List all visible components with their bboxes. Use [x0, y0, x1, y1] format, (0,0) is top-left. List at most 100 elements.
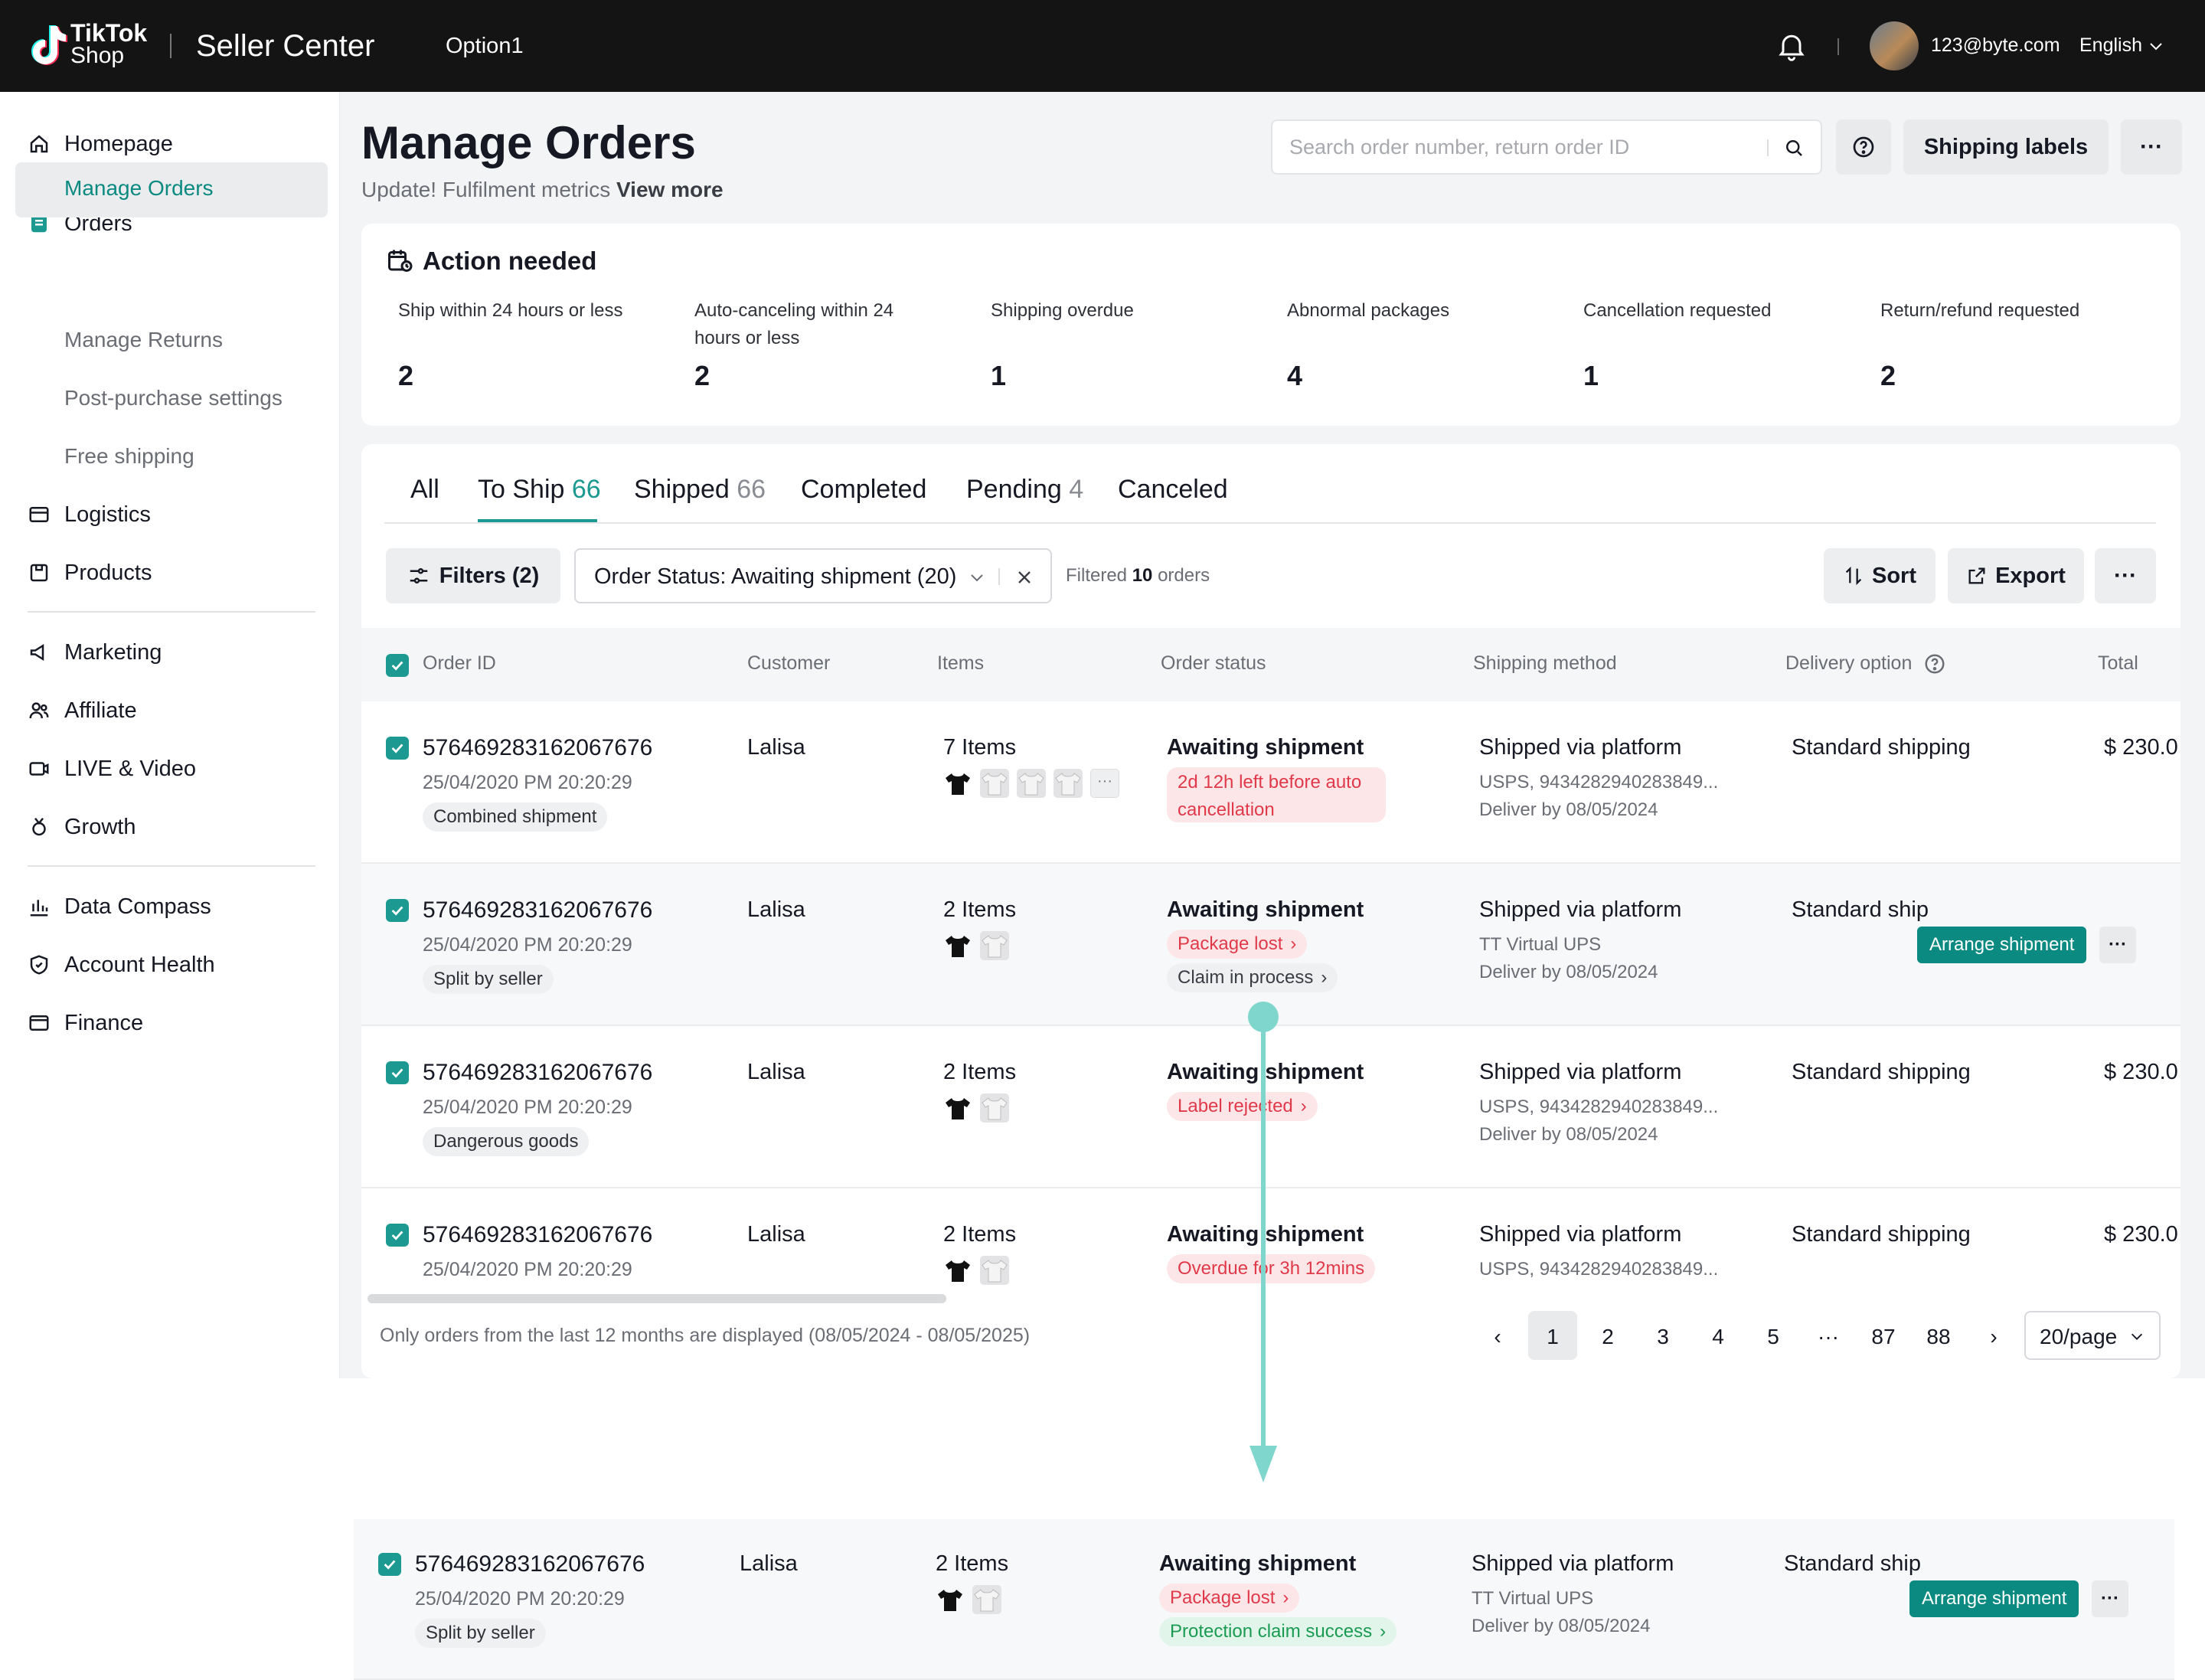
item-count[interactable]: 2 Items: [936, 1551, 1008, 1577]
action-item-abnormal-packages[interactable]: Abnormal packages: [1287, 297, 1547, 325]
action-item-ship-24h[interactable]: Ship within 24 hours or less: [398, 297, 658, 325]
chevron-down-icon[interactable]: [968, 568, 986, 587]
action-item-shipping-overdue[interactable]: Shipping overdue: [991, 297, 1251, 325]
view-more-link[interactable]: View more: [616, 178, 724, 201]
toolbar-more-button[interactable]: ···: [2095, 548, 2156, 603]
prev-page-button[interactable]: ‹: [1475, 1325, 1521, 1349]
account-email[interactable]: 123@byte.com: [1931, 34, 2060, 57]
avatar[interactable]: [1870, 21, 1919, 70]
chevron-down-icon[interactable]: [2147, 37, 2165, 55]
carrier-tracking[interactable]: USPS, 9434282940283849...: [1479, 772, 1718, 793]
sidebar-item-account-health[interactable]: Account Health: [28, 946, 215, 984]
item-count[interactable]: 2 Items: [943, 1222, 1016, 1247]
tab-shipped[interactable]: Shipped 66: [634, 475, 766, 505]
sidebar-item-growth[interactable]: Growth: [28, 808, 136, 846]
sidebar-item-manage-orders[interactable]: Manage Orders: [64, 176, 214, 201]
shipping-labels-button[interactable]: Shipping labels: [1903, 119, 2109, 175]
action-item-value[interactable]: 1: [1583, 360, 1599, 392]
carrier-tracking[interactable]: USPS, 9434282940283849...: [1479, 1259, 1718, 1280]
sort-button[interactable]: Sort: [1824, 548, 1936, 603]
row-checkbox[interactable]: [386, 1061, 409, 1084]
label-rejected-pill[interactable]: Label rejected ›: [1167, 1092, 1318, 1121]
tshirt-white-thumbnail[interactable]: [980, 931, 1009, 960]
row-checkbox[interactable]: [378, 1553, 401, 1576]
sidebar-item-live-video[interactable]: LIVE & Video: [28, 750, 196, 788]
logo-text[interactable]: TikTok Shop: [70, 21, 147, 67]
tshirt-black-thumbnail[interactable]: [943, 769, 972, 798]
tab-all[interactable]: All: [410, 475, 439, 505]
search-icon[interactable]: [1782, 136, 1805, 159]
action-item-return-refund[interactable]: Return/refund requested: [1880, 297, 2141, 325]
tshirt-white-thumbnail[interactable]: [980, 1093, 1009, 1123]
row-more-button[interactable]: ···: [2092, 1580, 2128, 1617]
tshirt-white-thumbnail[interactable]: [980, 769, 1009, 798]
close-icon[interactable]: [1014, 567, 1035, 588]
order-id[interactable]: 576469283162067676: [423, 897, 652, 923]
page-1[interactable]: 1: [1530, 1325, 1576, 1349]
tshirt-white-thumbnail[interactable]: [1017, 769, 1046, 798]
more-items-button[interactable]: ···: [1090, 769, 1119, 798]
carrier-tracking[interactable]: USPS, 9434282940283849...: [1479, 1097, 1718, 1118]
page-4[interactable]: 4: [1695, 1325, 1741, 1349]
question-icon[interactable]: [1923, 652, 1946, 675]
sidebar-item-finance[interactable]: Finance: [28, 1004, 143, 1042]
next-page-button[interactable]: ›: [1971, 1325, 2017, 1349]
select-all-checkbox[interactable]: [386, 654, 409, 677]
tshirt-white-thumbnail[interactable]: [1054, 769, 1083, 798]
page-ellipsis[interactable]: ···: [1805, 1325, 1851, 1349]
order-status-filter[interactable]: Order Status: Awaiting shipment (20): [574, 548, 1052, 603]
action-item-value[interactable]: 4: [1287, 360, 1302, 392]
order-id[interactable]: 576469283162067676: [423, 735, 652, 761]
tab-canceled[interactable]: Canceled: [1118, 475, 1228, 505]
tshirt-black-thumbnail[interactable]: [943, 931, 972, 960]
row-checkbox[interactable]: [386, 737, 409, 760]
sidebar-item-free-shipping[interactable]: Free shipping: [64, 444, 194, 469]
sidebar-item-data-compass[interactable]: Data Compass: [28, 887, 211, 926]
language-selector[interactable]: English: [2079, 34, 2142, 57]
action-item-value[interactable]: 2: [1880, 360, 1896, 392]
horizontal-scrollbar[interactable]: [368, 1294, 946, 1303]
claim-status-pill[interactable]: Claim in process ›: [1167, 963, 1338, 992]
package-lost-pill[interactable]: Package lost ›: [1159, 1584, 1300, 1613]
tab-pending[interactable]: Pending 4: [966, 475, 1083, 505]
tab-to-ship[interactable]: To Ship 66: [478, 475, 601, 505]
page-88[interactable]: 88: [1916, 1325, 1962, 1349]
bell-icon[interactable]: [1775, 29, 1808, 63]
package-lost-pill[interactable]: Package lost ›: [1167, 930, 1308, 959]
row-more-button[interactable]: ···: [2099, 927, 2136, 963]
action-item-value[interactable]: 2: [694, 360, 710, 392]
carrier-tracking[interactable]: TT Virtual UPS: [1472, 1588, 1593, 1610]
item-count[interactable]: 2 Items: [943, 1060, 1016, 1085]
action-item-cancellation[interactable]: Cancellation requested: [1583, 297, 1844, 325]
action-item-value[interactable]: 2: [398, 360, 413, 392]
tiktok-logo-icon[interactable]: [24, 21, 74, 70]
tshirt-white-thumbnail[interactable]: [980, 1256, 1009, 1285]
page-size-select[interactable]: 20/page: [2024, 1311, 2161, 1360]
item-count[interactable]: 2 Items: [943, 897, 1016, 923]
page-3[interactable]: 3: [1640, 1325, 1686, 1349]
tshirt-black-thumbnail[interactable]: [943, 1256, 972, 1285]
filters-button[interactable]: Filters (2): [386, 548, 560, 603]
option-menu[interactable]: Option1: [446, 34, 524, 59]
order-id[interactable]: 576469283162067676: [415, 1551, 645, 1577]
action-item-value[interactable]: 1: [991, 360, 1006, 392]
arrange-shipment-button[interactable]: Arrange shipment: [1917, 927, 2087, 963]
page-87[interactable]: 87: [1860, 1325, 1906, 1349]
tshirt-black-thumbnail[interactable]: [943, 1093, 972, 1123]
sidebar-item-products[interactable]: Products: [28, 554, 152, 592]
arrange-shipment-button[interactable]: Arrange shipment: [1909, 1580, 2079, 1617]
item-count[interactable]: 7 Items: [943, 735, 1016, 760]
order-id[interactable]: 576469283162067676: [423, 1222, 652, 1248]
tshirt-black-thumbnail[interactable]: [936, 1585, 965, 1614]
sidebar-item-logistics[interactable]: Logistics: [28, 495, 151, 534]
page-2[interactable]: 2: [1585, 1325, 1631, 1349]
more-options-button[interactable]: ···: [2121, 119, 2182, 175]
sidebar-item-marketing[interactable]: Marketing: [28, 633, 162, 672]
sidebar-item-homepage[interactable]: Homepage: [28, 125, 173, 163]
action-item-auto-cancel[interactable]: Auto-canceling within 24 hours or less: [694, 297, 939, 352]
sidebar-item-affiliate[interactable]: Affiliate: [28, 691, 137, 730]
sidebar-item-post-purchase[interactable]: Post-purchase settings: [64, 386, 283, 410]
claim-success-pill[interactable]: Protection claim success ›: [1159, 1617, 1397, 1646]
help-button[interactable]: [1836, 119, 1891, 175]
search-input[interactable]: Search order number, return order ID: [1271, 119, 1822, 175]
